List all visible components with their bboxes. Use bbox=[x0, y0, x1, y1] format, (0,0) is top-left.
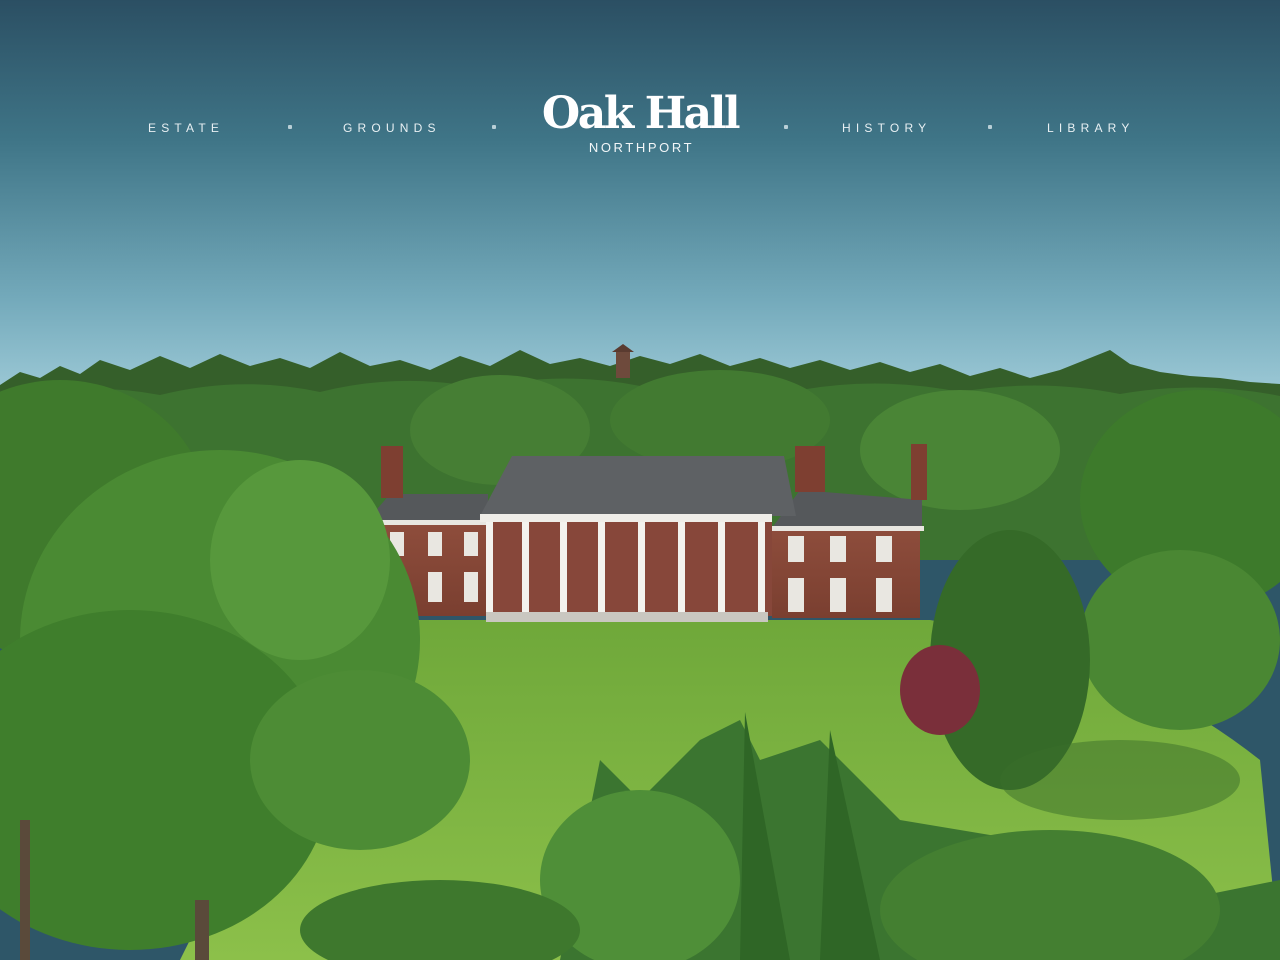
logo-wordmark: Oak Hall bbox=[541, 88, 741, 139]
nav-separator-dot bbox=[784, 125, 788, 129]
nav-link-estate[interactable]: ESTATE bbox=[148, 121, 224, 135]
nav-separator-dot bbox=[988, 125, 992, 129]
nav-separator-dot bbox=[492, 125, 496, 129]
nav-link-history[interactable]: HISTORY bbox=[842, 121, 931, 135]
hero-section: ESTATE GROUNDS Oak Hall NORTHPORT HISTOR… bbox=[0, 0, 1280, 960]
nav-link-grounds[interactable]: GROUNDS bbox=[343, 121, 441, 135]
logo-location: NORTHPORT bbox=[588, 140, 695, 155]
nav-link-library[interactable]: LIBRARY bbox=[1047, 121, 1135, 135]
site-logo[interactable]: Oak Hall NORTHPORT bbox=[520, 88, 760, 168]
nav-separator-dot bbox=[288, 125, 292, 129]
site-header: ESTATE GROUNDS Oak Hall NORTHPORT HISTOR… bbox=[0, 0, 1280, 200]
